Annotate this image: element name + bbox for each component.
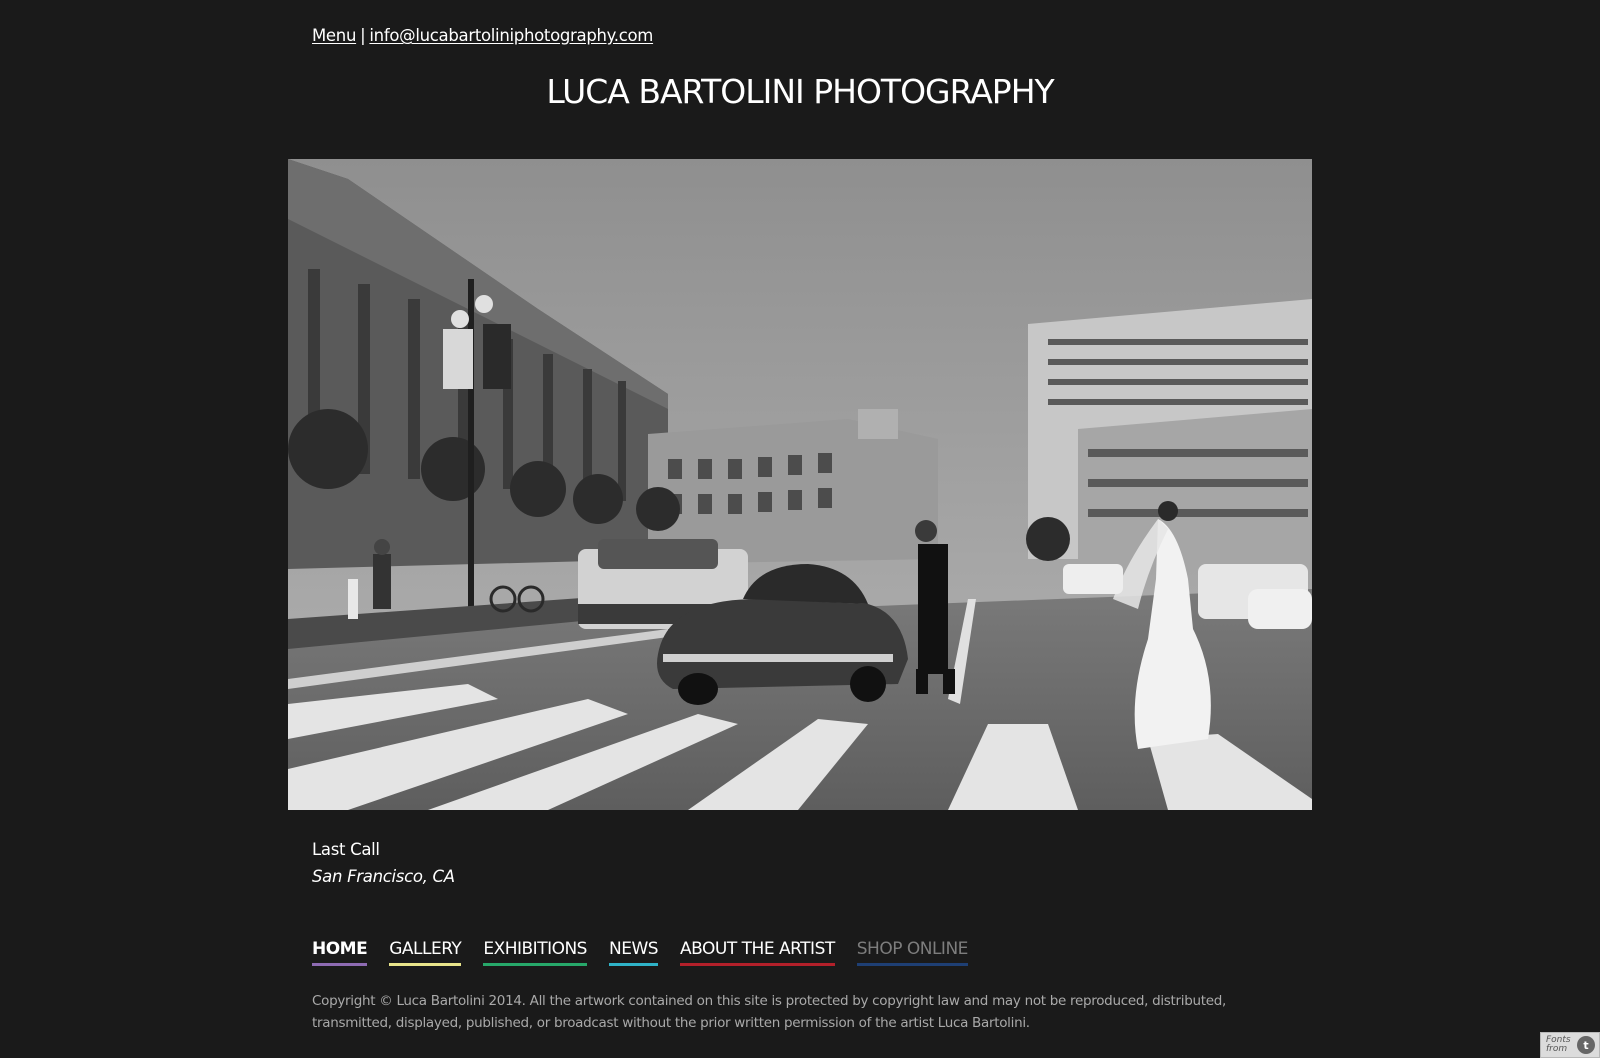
nav-gallery[interactable]: GALLERY bbox=[389, 938, 462, 966]
link-separator: | bbox=[360, 26, 366, 45]
fonts-badge-label: Fonts from bbox=[1546, 1035, 1571, 1054]
photo-location: San Francisco, CA bbox=[312, 867, 455, 886]
fonts-badge[interactable]: Fonts from t bbox=[1540, 1032, 1600, 1058]
main-nav: HOME GALLERY EXHIBITIONS NEWS ABOUT THE … bbox=[312, 938, 990, 966]
email-link[interactable]: info@lucabartoliniphotography.com bbox=[369, 26, 653, 45]
copyright-notice: Copyright © Luca Bartolini 2014. All the… bbox=[312, 993, 1227, 1031]
top-links: Menu | info@lucabartoliniphotography.com bbox=[312, 26, 653, 45]
photo-title: Last Call bbox=[312, 840, 380, 859]
featured-photo[interactable] bbox=[288, 159, 1312, 810]
font-provider-logo-icon: t bbox=[1577, 1036, 1595, 1054]
nav-news[interactable]: NEWS bbox=[608, 938, 659, 966]
photo-caption: Last Call San Francisco, CA bbox=[312, 836, 455, 890]
nav-exhibitions[interactable]: EXHIBITIONS bbox=[483, 938, 587, 966]
site-title[interactable]: LUCA BARTOLINI PHOTOGRAPHY bbox=[0, 72, 1600, 111]
menu-link[interactable]: Menu bbox=[312, 26, 356, 45]
nav-shop-online[interactable]: SHOP ONLINE bbox=[856, 938, 968, 966]
nav-about-the-artist[interactable]: ABOUT THE ARTIST bbox=[680, 938, 835, 966]
nav-home[interactable]: HOME bbox=[312, 938, 368, 966]
